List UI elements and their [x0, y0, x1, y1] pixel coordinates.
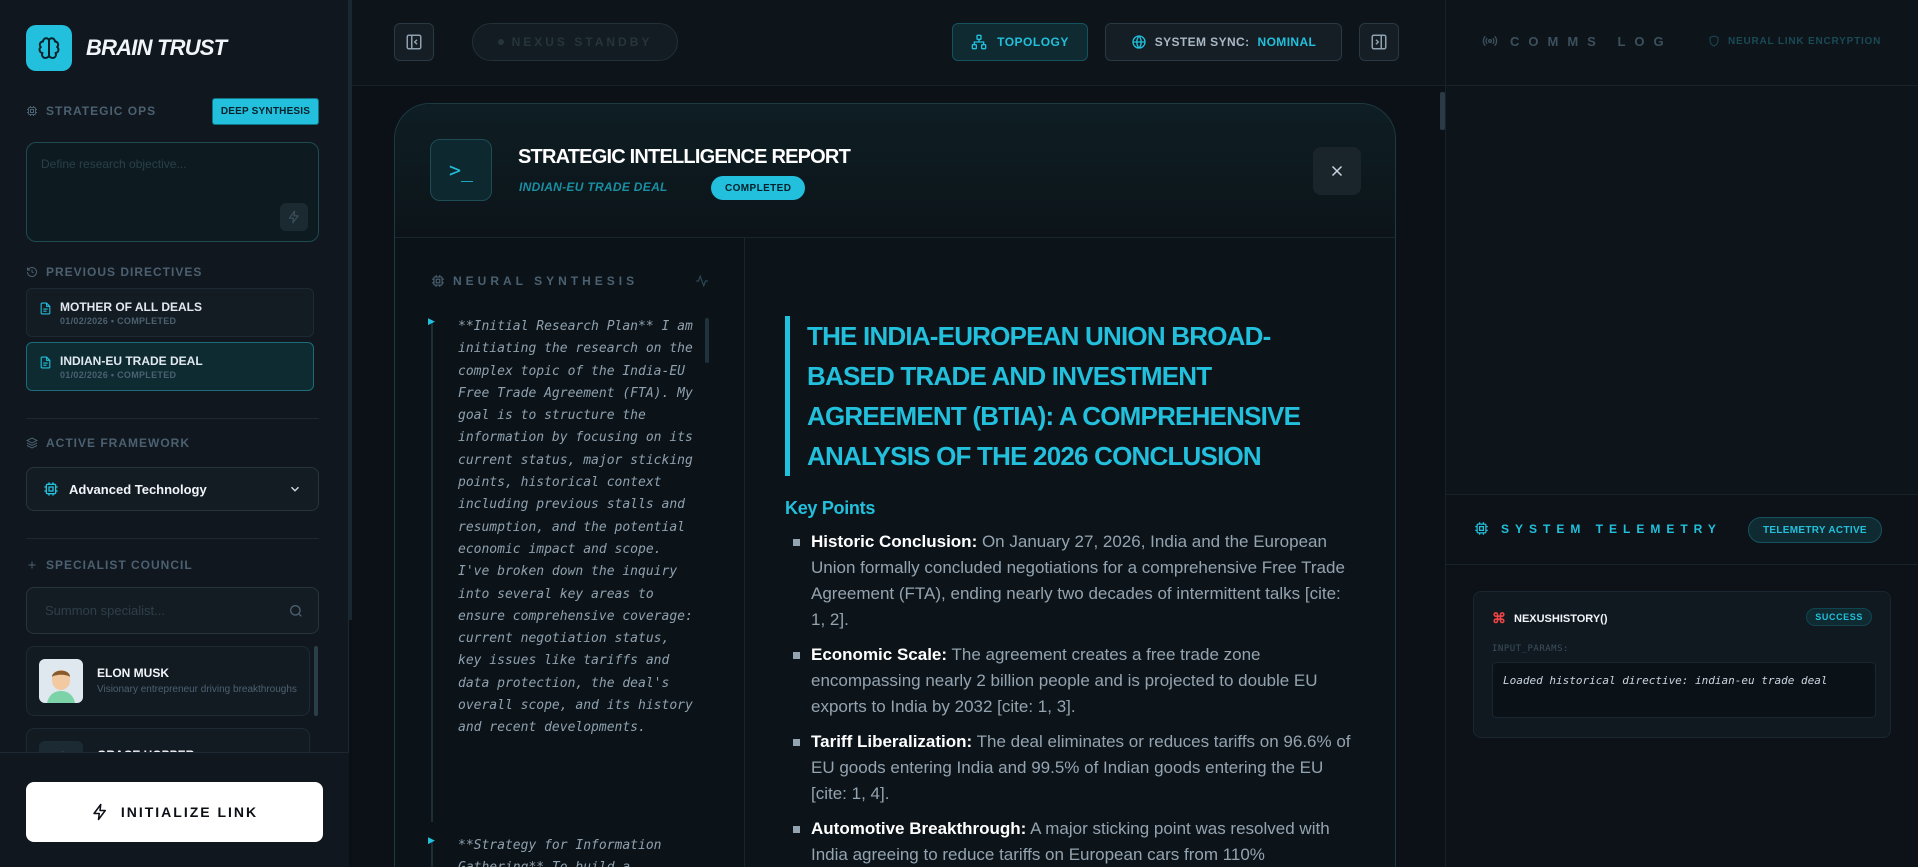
neural-scrollbar[interactable] [705, 318, 709, 363]
event-log-text: Loaded historical directive: indian-eu t… [1492, 662, 1876, 718]
directive-meta: 01/02/2026 • COMPLETED [60, 316, 177, 326]
panel-right-icon [1371, 34, 1387, 50]
sidebar: BRAIN TRUST STRATEGIC OPS DEEP SYNTHESIS… [0, 0, 349, 867]
specialist-desc: Visionary entrepreneur driving breakthro… [97, 684, 297, 695]
list-item: Automotive Breakthrough: A major stickin… [785, 816, 1355, 867]
framework-select[interactable]: Advanced Technology [26, 467, 319, 511]
key-points-list: Historic Conclusion: On January 27, 2026… [785, 529, 1355, 867]
timeline-bar [431, 842, 433, 867]
neural-synthesis-label: NEURAL SYNTHESIS [431, 274, 638, 288]
event-function: ⌘ NEXUSHISTORY() [1492, 610, 1608, 626]
bolt-icon [93, 803, 106, 821]
standby-dot-icon [497, 39, 504, 45]
cpu-icon [432, 275, 444, 287]
timeline-bar [431, 322, 433, 822]
right-panel: COMMS LOG NEURAL LINK ENCRYPTION SYSTEM … [1445, 0, 1918, 867]
globe-icon [1132, 35, 1146, 49]
specialist-card[interactable]: ELON MUSK Visionary entrepreneur driving… [26, 646, 310, 716]
cpu-icon [27, 106, 37, 116]
top-bar: NEXUS STANDBY TOPOLOGY SYSTEM SYNC: NOMI… [352, 0, 1445, 86]
terminal-icon: >_ [430, 139, 492, 201]
chevron-down-icon [290, 486, 300, 492]
sync-status-value: NOMINAL [1257, 35, 1317, 49]
directive-title: MOTHER OF ALL DEALS [60, 300, 202, 314]
file-icon [40, 302, 51, 315]
avatar [39, 659, 83, 703]
submit-objective-button[interactable] [280, 203, 308, 231]
directive-meta: 01/02/2026 • COMPLETED [60, 370, 177, 380]
brand[interactable]: BRAIN TRUST [26, 25, 227, 71]
nexus-standby-status: NEXUS STANDBY [472, 23, 678, 61]
report-header: >_ STRATEGIC INTELLIGENCE REPORT INDIAN-… [395, 104, 1395, 238]
telemetry-header: SYSTEM TELEMETRY TELEMETRY ACTIVE [1446, 495, 1918, 565]
shield-icon [1709, 35, 1719, 47]
system-sync-status: SYSTEM SYNC: NOMINAL [1105, 23, 1342, 61]
specialist-name: ELON MUSK [97, 666, 169, 680]
divider [26, 538, 319, 539]
report-content: THE INDIA-EUROPEAN UNION BROAD-BASED TRA… [745, 238, 1395, 867]
encryption-status: NEURAL LINK ENCRYPTION [1708, 35, 1881, 47]
close-icon [1331, 165, 1343, 177]
activity-icon [696, 274, 708, 288]
timeline-dot-icon: ▶ [428, 316, 435, 326]
telemetry-event-card: ⌘ NEXUSHISTORY() SUCCESS INPUT_PARAMS: L… [1473, 591, 1891, 738]
objective-input[interactable] [27, 143, 318, 241]
directive-title: INDIAN-EU TRADE DEAL [60, 354, 203, 368]
initialize-link-button[interactable]: INITIALIZE LINK [26, 782, 323, 842]
active-framework-label: ACTIVE FRAMEWORK [26, 436, 190, 450]
brand-name: BRAIN TRUST [86, 35, 227, 60]
telemetry-active-badge: TELEMETRY ACTIVE [1748, 517, 1882, 543]
toggle-right-panel-button[interactable] [1359, 23, 1399, 61]
chip-icon [44, 482, 58, 496]
chip-icon [1475, 522, 1488, 535]
success-badge: SUCCESS [1806, 608, 1872, 626]
radio-icon [1482, 35, 1498, 47]
report-headline: THE INDIA-EUROPEAN UNION BROAD-BASED TRA… [807, 321, 1301, 471]
list-item: Economic Scale: The agreement creates a … [785, 642, 1355, 720]
specialist-council-label: SPECIALIST COUNCIL [26, 558, 193, 572]
objective-field[interactable] [26, 142, 319, 242]
report-title: STRATEGIC INTELLIGENCE REPORT [518, 146, 851, 168]
list-item: Historic Conclusion: On January 27, 2026… [785, 529, 1355, 633]
command-icon: ⌘ [1492, 610, 1506, 626]
report-panel: >_ STRATEGIC INTELLIGENCE REPORT INDIAN-… [394, 103, 1396, 867]
layers-icon [26, 437, 38, 449]
topology-button[interactable]: TOPOLOGY [952, 23, 1088, 61]
specialist-search-input[interactable] [27, 588, 318, 633]
bolt-icon [288, 210, 299, 224]
network-icon [971, 34, 987, 50]
plus-icon [28, 561, 36, 569]
panel-left-icon [406, 34, 422, 50]
history-icon [27, 267, 37, 277]
directive-item-active[interactable]: INDIAN-EU TRADE DEAL 01/02/2026 • COMPLE… [26, 342, 314, 391]
specialist-search[interactable] [26, 587, 319, 634]
timeline-dot-icon: ▶ [428, 835, 435, 845]
telemetry-label: SYSTEM TELEMETRY [1474, 521, 1722, 536]
neural-thought: **Strategy for Information Gathering** T… [458, 838, 662, 867]
previous-directives-label: PREVIOUS DIRECTIVES [26, 265, 202, 279]
file-icon [40, 356, 51, 369]
divider [26, 418, 319, 419]
report-subtitle: INDIAN-EU TRADE DEAL [519, 180, 668, 194]
framework-value: Advanced Technology [69, 481, 207, 497]
deep-synthesis-button[interactable]: DEEP SYNTHESIS [212, 98, 319, 125]
comms-log-label: COMMS LOG [1482, 33, 1673, 49]
specialist-scrollbar[interactable] [314, 646, 318, 716]
strategic-ops-label: STRATEGIC OPS [26, 104, 156, 118]
neural-thought: **Initial Research Plan** I am initiatin… [458, 319, 693, 736]
key-points-title: Key Points [785, 498, 876, 518]
list-item: Tariff Liberalization: The deal eliminat… [785, 729, 1355, 807]
close-report-button[interactable] [1313, 147, 1361, 195]
brain-icon [26, 25, 72, 71]
app-root: BRAIN TRUST STRATEGIC OPS DEEP SYNTHESIS… [0, 0, 1918, 867]
input-params-label: INPUT_PARAMS: [1492, 644, 1569, 654]
status-badge: COMPLETED [711, 176, 806, 200]
directive-item[interactable]: MOTHER OF ALL DEALS 01/02/2026 • COMPLET… [26, 288, 314, 337]
report-headline-block: THE INDIA-EUROPEAN UNION BROAD-BASED TRA… [785, 316, 1345, 476]
comms-log-header: COMMS LOG NEURAL LINK ENCRYPTION [1446, 0, 1918, 86]
search-icon [290, 605, 302, 617]
neural-synthesis-panel: NEURAL SYNTHESIS ▶ **Initial Research Pl… [395, 238, 745, 867]
toggle-left-panel-button[interactable] [394, 23, 434, 61]
system-telemetry-panel: SYSTEM TELEMETRY TELEMETRY ACTIVE ⌘ NEXU… [1446, 494, 1918, 867]
